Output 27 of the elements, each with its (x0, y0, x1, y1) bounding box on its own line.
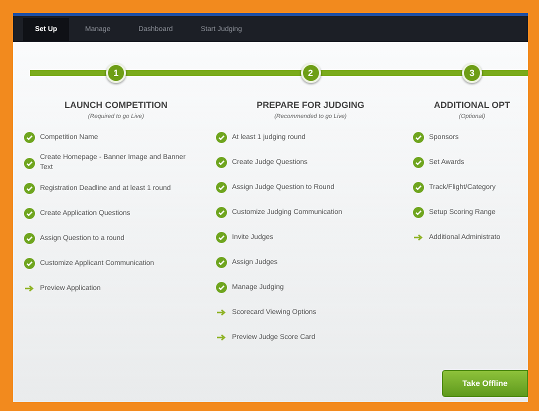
check-icon (24, 208, 35, 219)
check-icon (413, 157, 424, 168)
arrow-icon (217, 334, 226, 341)
arrow-icon (414, 234, 423, 241)
arrow-icon (25, 285, 34, 292)
check-icon (216, 157, 227, 168)
check-icon (216, 207, 227, 218)
check-icon (216, 182, 227, 193)
check-icon (216, 232, 227, 243)
check-icon (216, 132, 227, 143)
step-number: 1 (106, 63, 126, 83)
step-title: PREPARE FOR JUDGING (256, 100, 366, 110)
check-icon (24, 183, 35, 194)
check-icon (413, 132, 424, 143)
step-number: 3 (462, 63, 482, 83)
check-icon (413, 207, 424, 218)
check-icon (24, 233, 35, 244)
step-title: ADDITIONAL OPT (432, 100, 512, 110)
check-icon (216, 282, 227, 293)
arrow-icon (217, 309, 226, 316)
step-title: LAUNCH COMPETITION (64, 100, 168, 110)
check-icon (24, 258, 35, 269)
step-number: 2 (300, 63, 320, 83)
check-icon (24, 132, 35, 143)
check-icon (413, 182, 424, 193)
check-icon (24, 158, 35, 168)
check-icon (216, 257, 227, 268)
